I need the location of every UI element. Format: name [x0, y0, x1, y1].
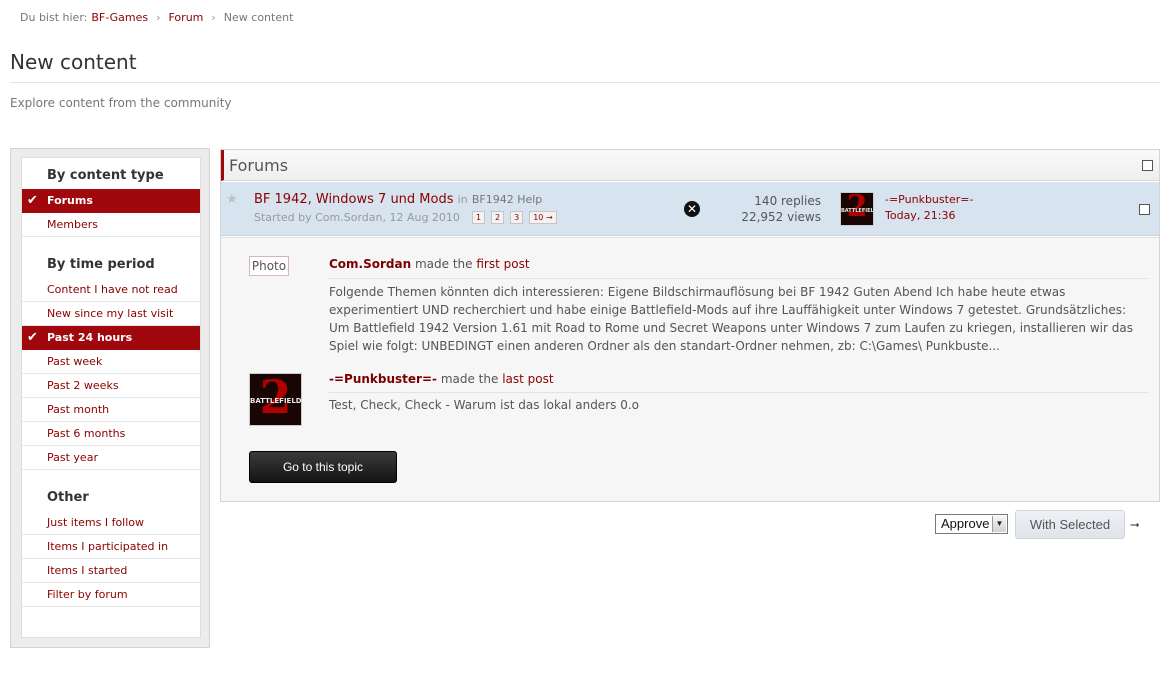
breadcrumb-link-forum[interactable]: Forum: [169, 11, 204, 24]
topic-in-text: in: [457, 193, 468, 206]
topic-pager: 1 2 3 10 →: [471, 211, 557, 224]
sidebar-item-label: Past 6 months: [47, 427, 126, 440]
sidebar-item-label: Past 2 weeks: [47, 379, 119, 392]
sidebar-item-content-not-read[interactable]: Content I have not read: [22, 278, 200, 302]
topic-title-link[interactable]: BF 1942, Windows 7 und Mods: [254, 192, 454, 207]
chevron-down-icon[interactable]: ▼: [992, 516, 1006, 532]
sidebar-list-time-period: Content I have not read New since my las…: [22, 278, 200, 470]
sidebar-list-content-type: ✔ Forums Members: [22, 189, 200, 237]
sidebar-item-filter-by-forum[interactable]: Filter by forum: [22, 583, 200, 607]
first-post-author[interactable]: Com.Sordan: [329, 257, 411, 271]
topic-forum-link[interactable]: BF1942 Help: [472, 193, 542, 206]
sidebar-item-items-i-follow[interactable]: Just items I follow: [22, 511, 200, 535]
sidebar-item-label: Filter by forum: [47, 588, 128, 601]
title-divider: [10, 82, 1160, 83]
sidebar-item-past-week[interactable]: Past week: [22, 350, 200, 374]
sidebar-item-past-6-months[interactable]: Past 6 months: [22, 422, 200, 446]
last-post-divider: [329, 392, 1149, 393]
topic-select-checkbox[interactable]: [1139, 204, 1150, 215]
select-all-checkbox[interactable]: [1142, 160, 1153, 171]
sidebar-item-past-24-hours[interactable]: ✔ Past 24 hours: [22, 326, 200, 350]
breadcrumb: Du bist hier: BF-Games › Forum › New con…: [20, 11, 293, 24]
topic-stats: 140 replies 22,952 views: [741, 193, 821, 225]
first-post-header: Com.Sordan made the first post: [329, 257, 530, 271]
topic-started-by: Started by Com.Sordan, 12 Aug 2010: [254, 211, 460, 224]
topic-replies: 140 replies: [754, 194, 821, 208]
star-icon[interactable]: ★: [226, 192, 238, 207]
page-link-3[interactable]: 3: [510, 211, 524, 224]
sidebar-item-label: Past 24 hours: [47, 331, 133, 344]
forums-results-panel: Forums ★ BF 1942, Windows 7 und Mods in …: [220, 149, 1160, 502]
last-post-link[interactable]: last post: [502, 372, 553, 386]
checkmark-icon: ✔: [27, 330, 38, 345]
page-title: New content: [10, 50, 137, 74]
sidebar-item-items-started[interactable]: Items I started: [22, 559, 200, 583]
last-post-made-the: made the: [440, 372, 499, 386]
breadcrumb-separator: ›: [211, 11, 216, 24]
topic-views: 22,952 views: [741, 210, 821, 224]
page-link-last[interactable]: 10 →: [529, 211, 557, 224]
topic-meta: Started by Com.Sordan, 12 Aug 2010 1 2 3…: [254, 211, 557, 224]
breadcrumb-link-bf-games[interactable]: BF-Games: [91, 11, 148, 24]
sidebar-item-new-since-last-visit[interactable]: New since my last visit: [22, 302, 200, 326]
first-post-link[interactable]: first post: [476, 257, 529, 271]
sidebar-heading-other: Other: [47, 490, 89, 505]
forums-header: Forums: [221, 150, 1159, 181]
sidebar-item-label: Content I have not read: [47, 283, 178, 296]
page-link-2[interactable]: 2: [491, 211, 505, 224]
sidebar-item-members[interactable]: Members: [22, 213, 200, 237]
topic-preview: Photo Com.Sordan made the first post Fol…: [221, 237, 1159, 501]
last-post-body: Test, Check, Check - Warum ist das lokal…: [329, 398, 639, 412]
filter-sidebar: By content type ✔ Forums Members By time …: [10, 148, 210, 648]
last-post-header: -=Punkbuster=- made the last post: [329, 372, 554, 386]
last-post-time[interactable]: Today, 21:36: [885, 208, 973, 224]
topic-row[interactable]: ★ BF 1942, Windows 7 und Mods in BF1942 …: [221, 182, 1159, 236]
sidebar-heading-time-period: By time period: [47, 257, 155, 272]
last-post-author[interactable]: -=Punkbuster=-: [329, 372, 437, 386]
breadcrumb-current: New content: [223, 11, 294, 24]
first-post-divider: [329, 278, 1149, 279]
avatar-brand: BATTLEFIELD: [841, 208, 874, 214]
last-post-avatar[interactable]: 2 BATTLEFIELD: [249, 373, 302, 426]
breadcrumb-prefix: Du bist hier:: [20, 11, 88, 24]
avatar-brand: BATTLEFIELD: [250, 397, 302, 405]
checkmark-icon: ✔: [27, 193, 38, 208]
sidebar-item-label: Items I participated in: [47, 540, 169, 553]
moderation-go-icon[interactable]: ⭢: [1130, 517, 1140, 532]
with-selected-button[interactable]: With Selected: [1015, 510, 1125, 539]
sidebar-item-label: Items I started: [47, 564, 128, 577]
sidebar-item-label: New since my last visit: [47, 307, 174, 320]
sidebar-item-past-2-weeks[interactable]: Past 2 weeks: [22, 374, 200, 398]
go-to-topic-button[interactable]: Go to this topic: [249, 451, 397, 483]
sidebar-item-label: Just items I follow: [47, 516, 145, 529]
close-preview-icon[interactable]: ✕: [684, 201, 700, 217]
moderation-selected-value: Approve: [941, 516, 990, 531]
sidebar-list-other: Just items I follow Items I participated…: [22, 511, 200, 607]
first-post-made-the: made the: [414, 257, 473, 271]
sidebar-item-label: Past month: [47, 403, 110, 416]
filter-sidebar-panel: By content type ✔ Forums Members By time …: [21, 157, 201, 638]
sidebar-item-past-year[interactable]: Past year: [22, 446, 200, 470]
sidebar-item-items-participated[interactable]: Items I participated in: [22, 535, 200, 559]
sidebar-item-forums[interactable]: ✔ Forums: [22, 189, 200, 213]
author-photo[interactable]: Photo: [249, 256, 289, 276]
moderation-action-select[interactable]: Approve ▼: [935, 514, 1008, 534]
sidebar-item-label: Members: [47, 218, 98, 231]
sidebar-item-label: Past week: [47, 355, 103, 368]
sidebar-item-label: Forums: [47, 194, 93, 207]
page-link-1[interactable]: 1: [471, 211, 486, 224]
first-post-body: Folgende Themen könnten dich interessier…: [329, 285, 1133, 353]
sidebar-item-label: Past year: [47, 451, 98, 464]
last-poster-avatar[interactable]: 2 BATTLEFIELD: [840, 192, 874, 226]
sidebar-heading-content-type: By content type: [47, 168, 164, 183]
last-poster-name[interactable]: -=Punkbuster=-: [885, 192, 973, 208]
topic-title-line: BF 1942, Windows 7 und Mods in BF1942 He…: [254, 192, 542, 207]
page-description: Explore content from the community: [10, 96, 232, 110]
last-post-info: -=Punkbuster=- Today, 21:36: [885, 192, 973, 224]
sidebar-item-past-month[interactable]: Past month: [22, 398, 200, 422]
breadcrumb-separator: ›: [156, 11, 161, 24]
forums-header-title: Forums: [229, 156, 289, 175]
